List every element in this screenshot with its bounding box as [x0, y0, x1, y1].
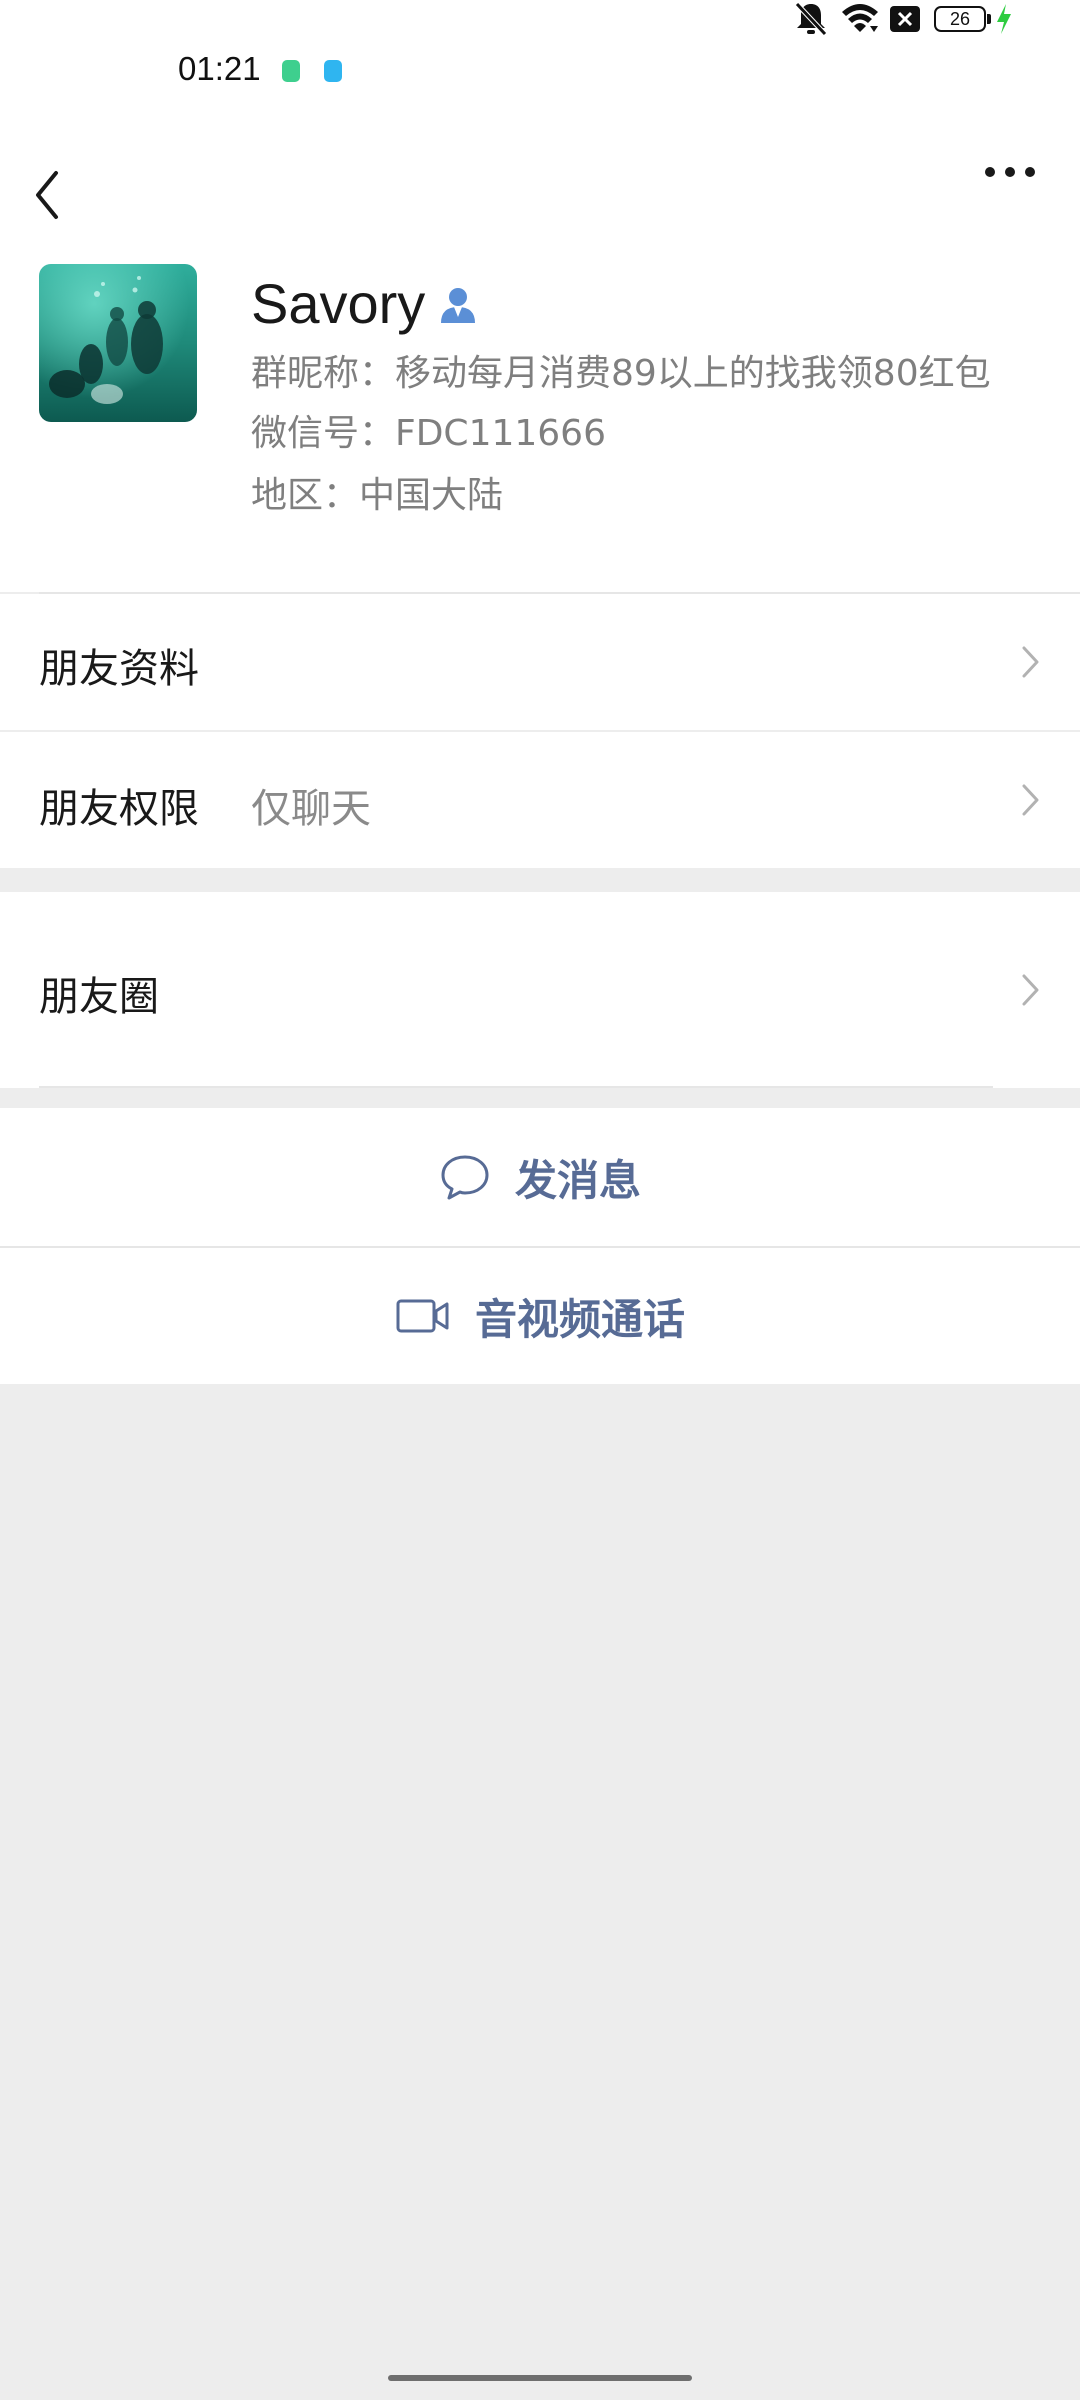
more-dots-icon — [985, 167, 1035, 177]
mute-icon — [795, 2, 827, 36]
status-bar: 01:21 26 — [0, 0, 1080, 140]
wifi-icon — [842, 4, 878, 32]
send-message-button[interactable]: 发消息 — [0, 1108, 1080, 1246]
charging-icon — [997, 4, 1011, 34]
wechat-id: 微信号：FDC111666 — [251, 413, 606, 454]
row-friend-permission[interactable]: 朋友权限 仅聊天 — [0, 732, 1080, 868]
group-nickname: 群昵称：移动每月消费89以上的找我领80红包 — [251, 353, 991, 394]
chevron-right-icon — [1022, 974, 1039, 1006]
back-button[interactable] — [30, 146, 90, 246]
chevron-left-icon — [36, 171, 58, 219]
name-row: Savory — [251, 268, 477, 338]
video-camera-icon — [396, 1299, 449, 1333]
row-friend-info[interactable]: 朋友资料 — [0, 594, 1080, 730]
region: 地区：中国大陆 — [251, 475, 504, 516]
profile-header: Savory 群昵称：移动每月消费89以上的找我领80红包 微信号：FDC111… — [0, 252, 1080, 592]
send-message-label: 发消息 — [514, 1155, 641, 1205]
avatar-image — [39, 264, 197, 422]
chevron-right-icon — [1022, 784, 1039, 816]
row-moments-label: 朋友圈 — [39, 974, 159, 1020]
row-friend-permission-label: 朋友权限 — [39, 786, 199, 832]
divider — [39, 1086, 993, 1088]
av-call-button[interactable]: 音视频通话 — [0, 1248, 1080, 1384]
nav-bar — [0, 140, 1080, 252]
notification-app-icon — [282, 60, 300, 82]
notification-app2-icon — [324, 60, 342, 82]
chat-bubble-icon — [441, 1155, 489, 1200]
row-friend-permission-value: 仅聊天 — [251, 786, 371, 832]
contact-person-icon — [441, 288, 476, 323]
more-button[interactable] — [970, 146, 1050, 246]
profile-name: Savory — [251, 271, 426, 335]
row-moments[interactable]: 朋友圈 — [0, 892, 1080, 1088]
avatar[interactable] — [39, 264, 197, 422]
close-box-icon — [890, 6, 920, 32]
battery-tip — [987, 14, 991, 24]
av-call-label: 音视频通话 — [474, 1294, 685, 1344]
row-friend-info-label: 朋友资料 — [39, 646, 199, 692]
status-time: 01:21 — [178, 50, 261, 87]
home-indicator[interactable] — [388, 2375, 692, 2381]
chevron-right-icon — [1022, 646, 1039, 678]
battery-icon: 26 — [934, 6, 986, 32]
